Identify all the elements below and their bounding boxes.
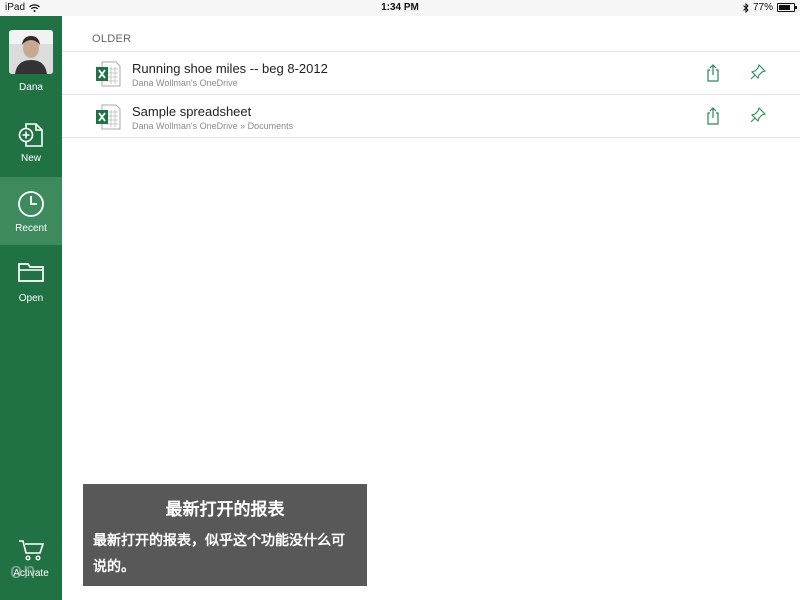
sidebar-item-open[interactable]: Open xyxy=(0,246,62,314)
avatar xyxy=(9,30,53,74)
file-location: Dana Wollman's OneDrive » Documents xyxy=(132,121,294,131)
clock-icon xyxy=(18,191,44,217)
folder-icon xyxy=(18,263,44,282)
excel-file-icon xyxy=(96,104,121,130)
sidebar-item-account[interactable]: Dana xyxy=(0,16,62,106)
sidebar: Dana New Recent Open Activate xyxy=(0,16,62,600)
file-row[interactable]: Sample spreadsheet Dana Wollman's OneDri… xyxy=(62,94,800,138)
clock: 1:34 PM xyxy=(381,2,419,13)
file-name: Running shoe miles -- beg 8-2012 xyxy=(132,61,328,76)
sidebar-item-recent[interactable]: Recent xyxy=(0,177,62,245)
battery-icon xyxy=(777,3,797,12)
file-name: Sample spreadsheet xyxy=(132,104,252,119)
watermark: on xyxy=(10,558,37,583)
new-file-icon xyxy=(18,123,43,147)
caption-body: 最新打开的报表，似乎这个功能没什么可说的。 xyxy=(93,532,345,574)
status-bar: iPad 1:34 PM 77% xyxy=(0,0,800,16)
pin-icon[interactable] xyxy=(750,107,766,123)
pin-icon[interactable] xyxy=(750,64,766,80)
caption-title: 最新打开的报表 xyxy=(165,500,285,519)
caption-overlay: 最新打开的报表 最新打开的报表，似乎这个功能没什么可说的。 xyxy=(83,484,367,586)
battery-percent: 77% xyxy=(752,2,773,13)
user-name: Dana xyxy=(19,82,43,93)
sidebar-item-label: Open xyxy=(18,293,44,304)
file-row[interactable]: Running shoe miles -- beg 8-2012 Dana Wo… xyxy=(62,51,800,94)
sidebar-item-label: Recent xyxy=(15,223,47,234)
sidebar-item-new[interactable]: New xyxy=(0,108,62,176)
file-location: Dana Wollman's OneDrive xyxy=(132,78,238,88)
bluetooth-icon xyxy=(743,2,749,13)
share-icon[interactable] xyxy=(706,107,720,125)
share-icon[interactable] xyxy=(706,64,720,82)
section-header-older: OLDER xyxy=(92,33,132,45)
excel-file-icon xyxy=(96,61,121,87)
sidebar-item-label: New xyxy=(20,153,41,164)
